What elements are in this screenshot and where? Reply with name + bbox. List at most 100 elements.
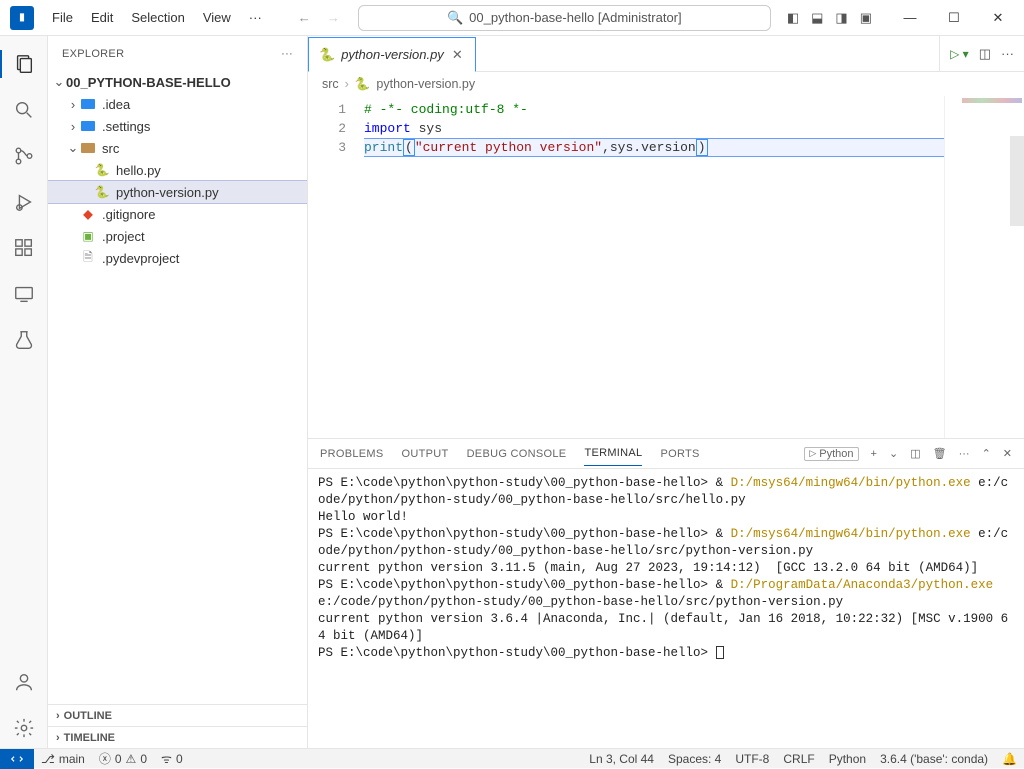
nav-forward-icon[interactable]: → — [323, 8, 344, 27]
window-controls: — ☐ ✕ — [888, 0, 1020, 36]
status-interpreter[interactable]: 3.6.4 ('base': conda) — [873, 752, 995, 766]
activity-extensions-icon[interactable] — [0, 228, 48, 268]
menu-file[interactable]: File — [44, 6, 81, 29]
git-file-icon: ◆ — [80, 206, 96, 222]
layout-sidebar-left-icon[interactable]: ◧ — [785, 8, 801, 28]
status-eol[interactable]: CRLF — [776, 752, 821, 766]
editor-tab-python-version[interactable]: 🐍 python-version.py ✕ — [308, 37, 476, 72]
tab-close-icon[interactable]: ✕ — [450, 47, 465, 63]
outline-section[interactable]: ›OUTLINE — [48, 704, 307, 726]
terminal-profile-button[interactable]: ▷Python — [804, 447, 858, 461]
activity-scm-icon[interactable] — [0, 136, 48, 176]
code-token: ,sys.version — [602, 140, 696, 155]
terminal-text: PS E:\code\python\python-study\00_python… — [318, 527, 731, 541]
code-content[interactable]: # -*- coding:utf-8 *-import sysprint("cu… — [360, 96, 944, 438]
status-language[interactable]: Python — [822, 752, 873, 766]
status-notifications-icon[interactable]: 🔔 — [995, 752, 1024, 766]
explorer-title: EXPLORER — [62, 48, 124, 60]
panel-maximize-icon[interactable]: ⌃ — [982, 447, 991, 460]
explorer-more-icon[interactable]: ··· — [281, 48, 293, 60]
activity-settings-icon[interactable] — [0, 708, 48, 748]
breadcrumb-item[interactable]: src — [322, 77, 339, 91]
panel-close-icon[interactable]: ✕ — [1003, 447, 1012, 460]
activity-account-icon[interactable] — [0, 662, 48, 702]
breadcrumb-item[interactable]: python-version.py — [376, 77, 475, 91]
panel-tab-debug-console[interactable]: DEBUG CONSOLE — [467, 442, 567, 466]
kill-terminal-icon[interactable]: 🗑 — [933, 447, 947, 460]
terminal-profile-label: Python — [819, 448, 853, 460]
folder-icon — [80, 140, 96, 156]
split-editor-icon[interactable]: ◫ — [979, 46, 991, 62]
layout-customize-icon[interactable]: ▣ — [858, 8, 874, 28]
panel-tabs: PROBLEMS OUTPUT DEBUG CONSOLE TERMINAL P… — [308, 439, 1024, 469]
python-file-icon: 🐍 — [355, 77, 371, 92]
status-branch[interactable]: ⎇main — [34, 752, 92, 766]
terminal-dropdown-icon[interactable]: ⌄ — [889, 447, 898, 460]
layout-sidebar-right-icon[interactable]: ◨ — [833, 8, 849, 28]
nav-back-icon[interactable]: ← — [294, 8, 315, 27]
tree-file-project[interactable]: ▣ .project — [48, 225, 307, 247]
activity-remote-icon[interactable] — [0, 274, 48, 314]
menu-edit[interactable]: Edit — [83, 6, 121, 29]
run-button-icon[interactable]: ▷ ▾ — [950, 47, 969, 61]
tree-label: .project — [102, 229, 145, 244]
line-gutter: 1 2 3 — [308, 96, 360, 438]
tree-file-python-version[interactable]: 🐍 python-version.py — [48, 181, 307, 203]
tree-folder-settings[interactable]: › .settings — [48, 115, 307, 137]
minimap-content — [962, 98, 1022, 103]
status-branch-label: main — [59, 752, 85, 766]
status-ports[interactable]: ᯤ0 — [154, 750, 190, 767]
status-error-count: 0 — [115, 752, 122, 766]
menu-selection[interactable]: Selection — [123, 6, 192, 29]
tab-label: python-version.py — [341, 47, 444, 62]
tree-folder-idea[interactable]: › .idea — [48, 93, 307, 115]
tree-folder-src[interactable]: ⌄ src — [48, 137, 307, 159]
folder-icon — [80, 96, 96, 112]
panel-tab-terminal[interactable]: TERMINAL — [584, 441, 642, 466]
activity-explorer-icon[interactable] — [0, 44, 48, 84]
minimap[interactable] — [944, 96, 1024, 438]
tree-file-pydevproject[interactable]: 🗎 .pydevproject — [48, 247, 307, 269]
panel-tab-problems[interactable]: PROBLEMS — [320, 442, 384, 466]
menu-more[interactable]: ··· — [241, 6, 270, 29]
minimize-icon[interactable]: — — [888, 0, 932, 36]
panel-more-icon[interactable]: ··· — [959, 448, 970, 460]
panel-tab-output[interactable]: OUTPUT — [402, 442, 449, 466]
layout-panel-icon[interactable]: ⬓ — [809, 8, 825, 28]
close-icon[interactable]: ✕ — [976, 0, 1020, 36]
command-center[interactable]: 🔍 00_python-base-hello [Administrator] — [358, 5, 771, 31]
tree-root[interactable]: ⌄ 00_PYTHON-BASE-HELLO — [48, 71, 307, 93]
outline-label: OUTLINE — [64, 710, 112, 722]
editor-more-icon[interactable]: ··· — [1001, 46, 1014, 61]
tree-file-hello[interactable]: 🐍 hello.py — [48, 159, 307, 181]
status-cursor-position[interactable]: Ln 3, Col 44 — [582, 752, 661, 766]
remote-button[interactable] — [0, 749, 34, 769]
minimap-viewport[interactable] — [1010, 136, 1024, 226]
activity-search-icon[interactable] — [0, 90, 48, 130]
panel-tab-ports[interactable]: PORTS — [660, 442, 699, 466]
chevron-down-icon: ⌄ — [66, 140, 80, 156]
code-editor[interactable]: 1 2 3 # -*- coding:utf-8 *-import syspri… — [308, 96, 1024, 438]
maximize-icon[interactable]: ☐ — [932, 0, 976, 36]
tree-label: python-version.py — [116, 185, 219, 200]
activity-debug-icon[interactable] — [0, 182, 48, 222]
timeline-section[interactable]: ›TIMELINE — [48, 726, 307, 748]
code-token: print — [364, 140, 403, 155]
menu-view[interactable]: View — [195, 6, 239, 29]
breadcrumb[interactable]: src › 🐍 python-version.py — [308, 72, 1024, 96]
tree-root-label: 00_PYTHON-BASE-HELLO — [66, 75, 231, 90]
status-problems[interactable]: ⓧ0⚠0 — [92, 750, 154, 767]
status-encoding[interactable]: UTF-8 — [728, 752, 776, 766]
split-terminal-icon[interactable]: ◫ — [910, 447, 920, 460]
tree-file-gitignore[interactable]: ◆ .gitignore — [48, 203, 307, 225]
main-area: EXPLORER ··· ⌄ 00_PYTHON-BASE-HELLO › .i… — [0, 36, 1024, 748]
new-terminal-icon[interactable]: + — [871, 448, 877, 460]
activity-testing-icon[interactable] — [0, 320, 48, 360]
code-token: ( — [403, 139, 415, 156]
status-indentation[interactable]: Spaces: 4 — [661, 752, 728, 766]
terminal-body[interactable]: PS E:\code\python\python-study\00_python… — [308, 469, 1024, 748]
terminal-cursor — [716, 646, 724, 659]
chevron-right-icon: › — [56, 732, 60, 744]
folder-icon — [80, 118, 96, 134]
tree-label: src — [102, 141, 119, 156]
